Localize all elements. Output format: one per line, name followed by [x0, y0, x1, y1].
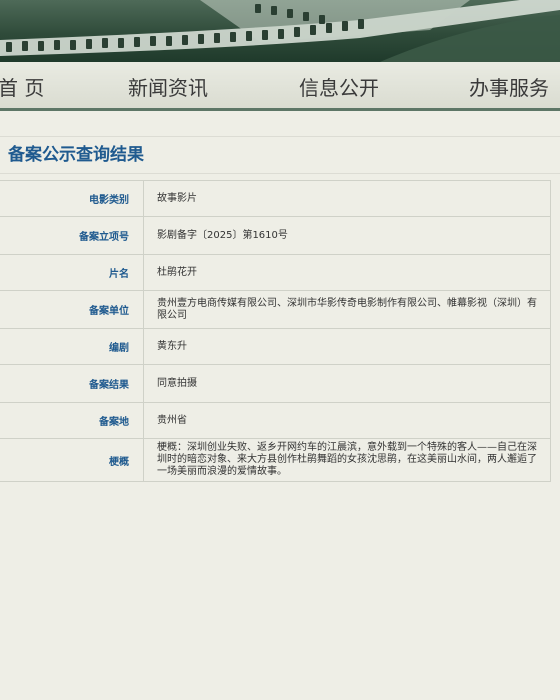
field-label: 备案结果 [0, 364, 144, 403]
record-table: 电影类别 故事影片 备案立项号 影剧备字〔2025〕第1610号 片名 杜鹃花开… [0, 180, 551, 482]
field-value: 故事影片 [143, 180, 551, 217]
header-banner [0, 0, 560, 62]
page-title: 备案公示查询结果 [8, 145, 144, 165]
field-label: 备案立项号 [0, 216, 144, 255]
table-row: 编剧 黄东升 [0, 328, 551, 365]
field-value: 杜鹃花开 [143, 254, 551, 291]
nav-home[interactable]: 首 页 [0, 72, 44, 101]
table-row: 备案结果 同意拍摄 [0, 364, 551, 403]
divider [0, 136, 560, 137]
film-strip-graphic [0, 0, 560, 62]
table-row: 备案单位 贵州壹方电商传媒有限公司、深圳市华影传奇电影制作有限公司、帷幕影视（深… [0, 290, 551, 329]
field-value: 黄东升 [143, 328, 551, 365]
field-value: 影剧备字〔2025〕第1610号 [143, 216, 551, 255]
field-value: 贵州省 [143, 402, 551, 439]
table-row: 备案立项号 影剧备字〔2025〕第1610号 [0, 216, 551, 255]
field-label: 备案单位 [0, 290, 144, 329]
nav-info-disclosure[interactable]: 信息公开 [299, 72, 379, 101]
field-label: 备案地 [0, 402, 144, 439]
table-row: 片名 杜鹃花开 [0, 254, 551, 291]
field-label: 梗概 [0, 438, 144, 482]
field-value: 贵州壹方电商传媒有限公司、深圳市华影传奇电影制作有限公司、帷幕影视（深圳）有限公… [143, 290, 551, 329]
divider [0, 173, 560, 174]
table-row: 梗概 梗概：深圳创业失败、返乡开网约车的江晨滨，意外载到一个特殊的客人——自己在… [0, 438, 551, 482]
nav-news[interactable]: 新闻资讯 [128, 72, 208, 101]
field-label: 片名 [0, 254, 144, 291]
table-row: 备案地 贵州省 [0, 402, 551, 439]
field-value: 梗概：深圳创业失败、返乡开网约车的江晨滨，意外载到一个特殊的客人——自己在深圳时… [143, 438, 551, 482]
field-value: 同意拍摄 [143, 364, 551, 403]
nav-services[interactable]: 办事服务 [469, 72, 549, 101]
field-label: 编剧 [0, 328, 144, 365]
field-label: 电影类别 [0, 180, 144, 217]
main-nav: 首 页 新闻资讯 信息公开 办事服务 [0, 62, 560, 111]
table-row: 电影类别 故事影片 [0, 180, 551, 217]
